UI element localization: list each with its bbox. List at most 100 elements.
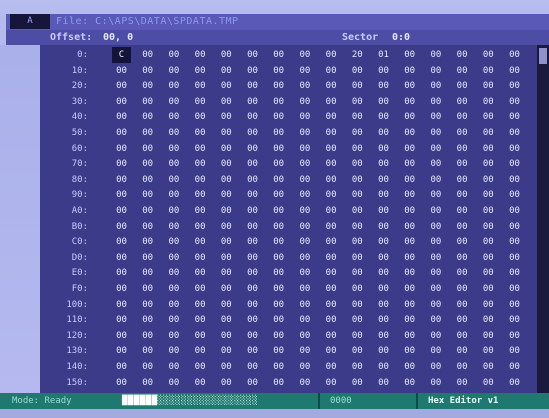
hex-byte-cell[interactable]: 00: [191, 281, 210, 297]
hex-byte-cell[interactable]: 00: [269, 219, 288, 235]
hex-cursor-cell[interactable]: C: [112, 47, 131, 63]
hex-byte-cell[interactable]: 00: [138, 172, 157, 188]
hex-byte-cell[interactable]: 00: [348, 265, 367, 281]
hex-byte-cell[interactable]: 00: [112, 312, 131, 328]
hex-byte-cell[interactable]: 00: [164, 203, 183, 219]
hex-byte-cell[interactable]: 00: [479, 156, 498, 172]
vertical-scrollbar[interactable]: [537, 45, 549, 393]
hex-byte-cell[interactable]: 00: [400, 203, 419, 219]
hex-byte-cell[interactable]: 00: [164, 375, 183, 391]
hex-byte-cell[interactable]: 00: [374, 109, 393, 125]
hex-byte-cell[interactable]: 00: [217, 109, 236, 125]
hex-byte-cell[interactable]: 00: [164, 328, 183, 344]
hex-byte-cell[interactable]: 01: [374, 47, 393, 63]
hex-byte-cell[interactable]: 00: [505, 312, 524, 328]
hex-byte-cell[interactable]: 00: [138, 203, 157, 219]
hex-byte-cell[interactable]: 00: [453, 109, 472, 125]
hex-byte-cell[interactable]: 00: [374, 125, 393, 141]
hex-byte-cell[interactable]: 00: [191, 63, 210, 79]
hex-byte-cell[interactable]: 00: [191, 265, 210, 281]
hex-byte-cell[interactable]: 00: [295, 234, 314, 250]
hex-byte-cell[interactable]: 00: [426, 297, 445, 313]
hex-byte-cell[interactable]: 00: [295, 250, 314, 266]
hex-byte-cell[interactable]: 00: [295, 281, 314, 297]
hex-byte-cell[interactable]: 00: [374, 78, 393, 94]
hex-byte-cell[interactable]: 00: [269, 359, 288, 375]
hex-byte-cell[interactable]: 00: [138, 78, 157, 94]
hex-byte-cell[interactable]: 00: [243, 328, 262, 344]
hex-byte-cell[interactable]: 00: [479, 250, 498, 266]
hex-byte-cell[interactable]: 00: [191, 359, 210, 375]
hex-byte-cell[interactable]: 00: [217, 359, 236, 375]
hex-byte-cell[interactable]: 00: [453, 47, 472, 63]
hex-byte-cell[interactable]: 00: [479, 63, 498, 79]
hex-byte-cell[interactable]: 00: [138, 281, 157, 297]
hex-byte-cell[interactable]: 00: [426, 281, 445, 297]
hex-byte-cell[interactable]: 00: [217, 172, 236, 188]
hex-byte-cell[interactable]: 00: [269, 47, 288, 63]
hex-byte-cell[interactable]: 00: [479, 219, 498, 235]
hex-byte-cell[interactable]: 00: [400, 219, 419, 235]
hex-byte-cell[interactable]: 00: [348, 78, 367, 94]
hex-byte-cell[interactable]: 00: [322, 156, 341, 172]
hex-byte-cell[interactable]: 00: [505, 78, 524, 94]
hex-byte-cell[interactable]: 00: [348, 187, 367, 203]
hex-byte-cell[interactable]: 00: [191, 297, 210, 313]
hex-byte-cell[interactable]: 00: [243, 109, 262, 125]
hex-byte-cell[interactable]: 00: [217, 281, 236, 297]
hex-byte-cell[interactable]: 00: [505, 234, 524, 250]
hex-byte-cell[interactable]: 00: [269, 312, 288, 328]
hex-byte-cell[interactable]: 00: [322, 250, 341, 266]
hex-byte-cell[interactable]: 00: [269, 281, 288, 297]
hex-byte-cell[interactable]: 00: [479, 94, 498, 110]
hex-byte-cell[interactable]: 00: [348, 234, 367, 250]
hex-byte-cell[interactable]: 00: [295, 203, 314, 219]
hex-byte-cell[interactable]: 00: [243, 297, 262, 313]
hex-byte-cell[interactable]: 00: [348, 141, 367, 157]
hex-byte-cell[interactable]: 00: [426, 265, 445, 281]
hex-byte-cell[interactable]: 00: [426, 156, 445, 172]
hex-byte-cell[interactable]: 00: [426, 63, 445, 79]
hex-byte-cell[interactable]: 00: [112, 172, 131, 188]
hex-byte-cell[interactable]: 00: [243, 156, 262, 172]
hex-byte-cell[interactable]: 00: [400, 265, 419, 281]
hex-byte-cell[interactable]: 00: [479, 281, 498, 297]
hex-byte-cell[interactable]: 00: [112, 265, 131, 281]
hex-byte-cell[interactable]: 00: [374, 312, 393, 328]
hex-byte-cell[interactable]: 00: [191, 312, 210, 328]
hex-byte-cell[interactable]: 00: [269, 297, 288, 313]
hex-byte-cell[interactable]: 00: [400, 328, 419, 344]
hex-byte-cell[interactable]: 00: [269, 265, 288, 281]
hex-byte-cell[interactable]: 00: [400, 94, 419, 110]
hex-byte-cell[interactable]: 00: [426, 250, 445, 266]
hex-byte-cell[interactable]: 00: [269, 172, 288, 188]
hex-byte-cell[interactable]: 00: [295, 312, 314, 328]
hex-byte-cell[interactable]: 00: [191, 375, 210, 391]
hex-byte-cell[interactable]: 00: [348, 281, 367, 297]
hex-byte-cell[interactable]: 00: [164, 359, 183, 375]
hex-byte-cell[interactable]: 00: [479, 359, 498, 375]
hex-byte-cell[interactable]: 00: [243, 63, 262, 79]
hex-byte-cell[interactable]: 00: [426, 219, 445, 235]
hex-byte-cell[interactable]: 00: [191, 203, 210, 219]
hex-byte-cell[interactable]: 00: [348, 359, 367, 375]
hex-byte-cell[interactable]: 00: [374, 172, 393, 188]
hex-byte-cell[interactable]: 00: [295, 63, 314, 79]
hex-byte-cell[interactable]: 00: [112, 187, 131, 203]
hex-byte-cell[interactable]: 00: [138, 141, 157, 157]
hex-byte-cell[interactable]: 00: [505, 187, 524, 203]
hex-byte-cell[interactable]: 00: [217, 203, 236, 219]
hex-byte-cell[interactable]: 00: [138, 343, 157, 359]
hex-byte-cell[interactable]: 00: [191, 328, 210, 344]
hex-byte-cell[interactable]: 00: [243, 281, 262, 297]
hex-byte-cell[interactable]: 00: [400, 297, 419, 313]
hex-byte-cell[interactable]: 00: [505, 156, 524, 172]
hex-byte-cell[interactable]: 00: [191, 234, 210, 250]
hex-byte-cell[interactable]: 00: [243, 203, 262, 219]
hex-byte-cell[interactable]: 00: [138, 250, 157, 266]
hex-byte-cell[interactable]: 00: [138, 375, 157, 391]
hex-byte-cell[interactable]: 00: [426, 47, 445, 63]
hex-byte-cell[interactable]: 00: [295, 328, 314, 344]
hex-byte-cell[interactable]: 00: [164, 250, 183, 266]
hex-byte-cell[interactable]: 00: [400, 250, 419, 266]
